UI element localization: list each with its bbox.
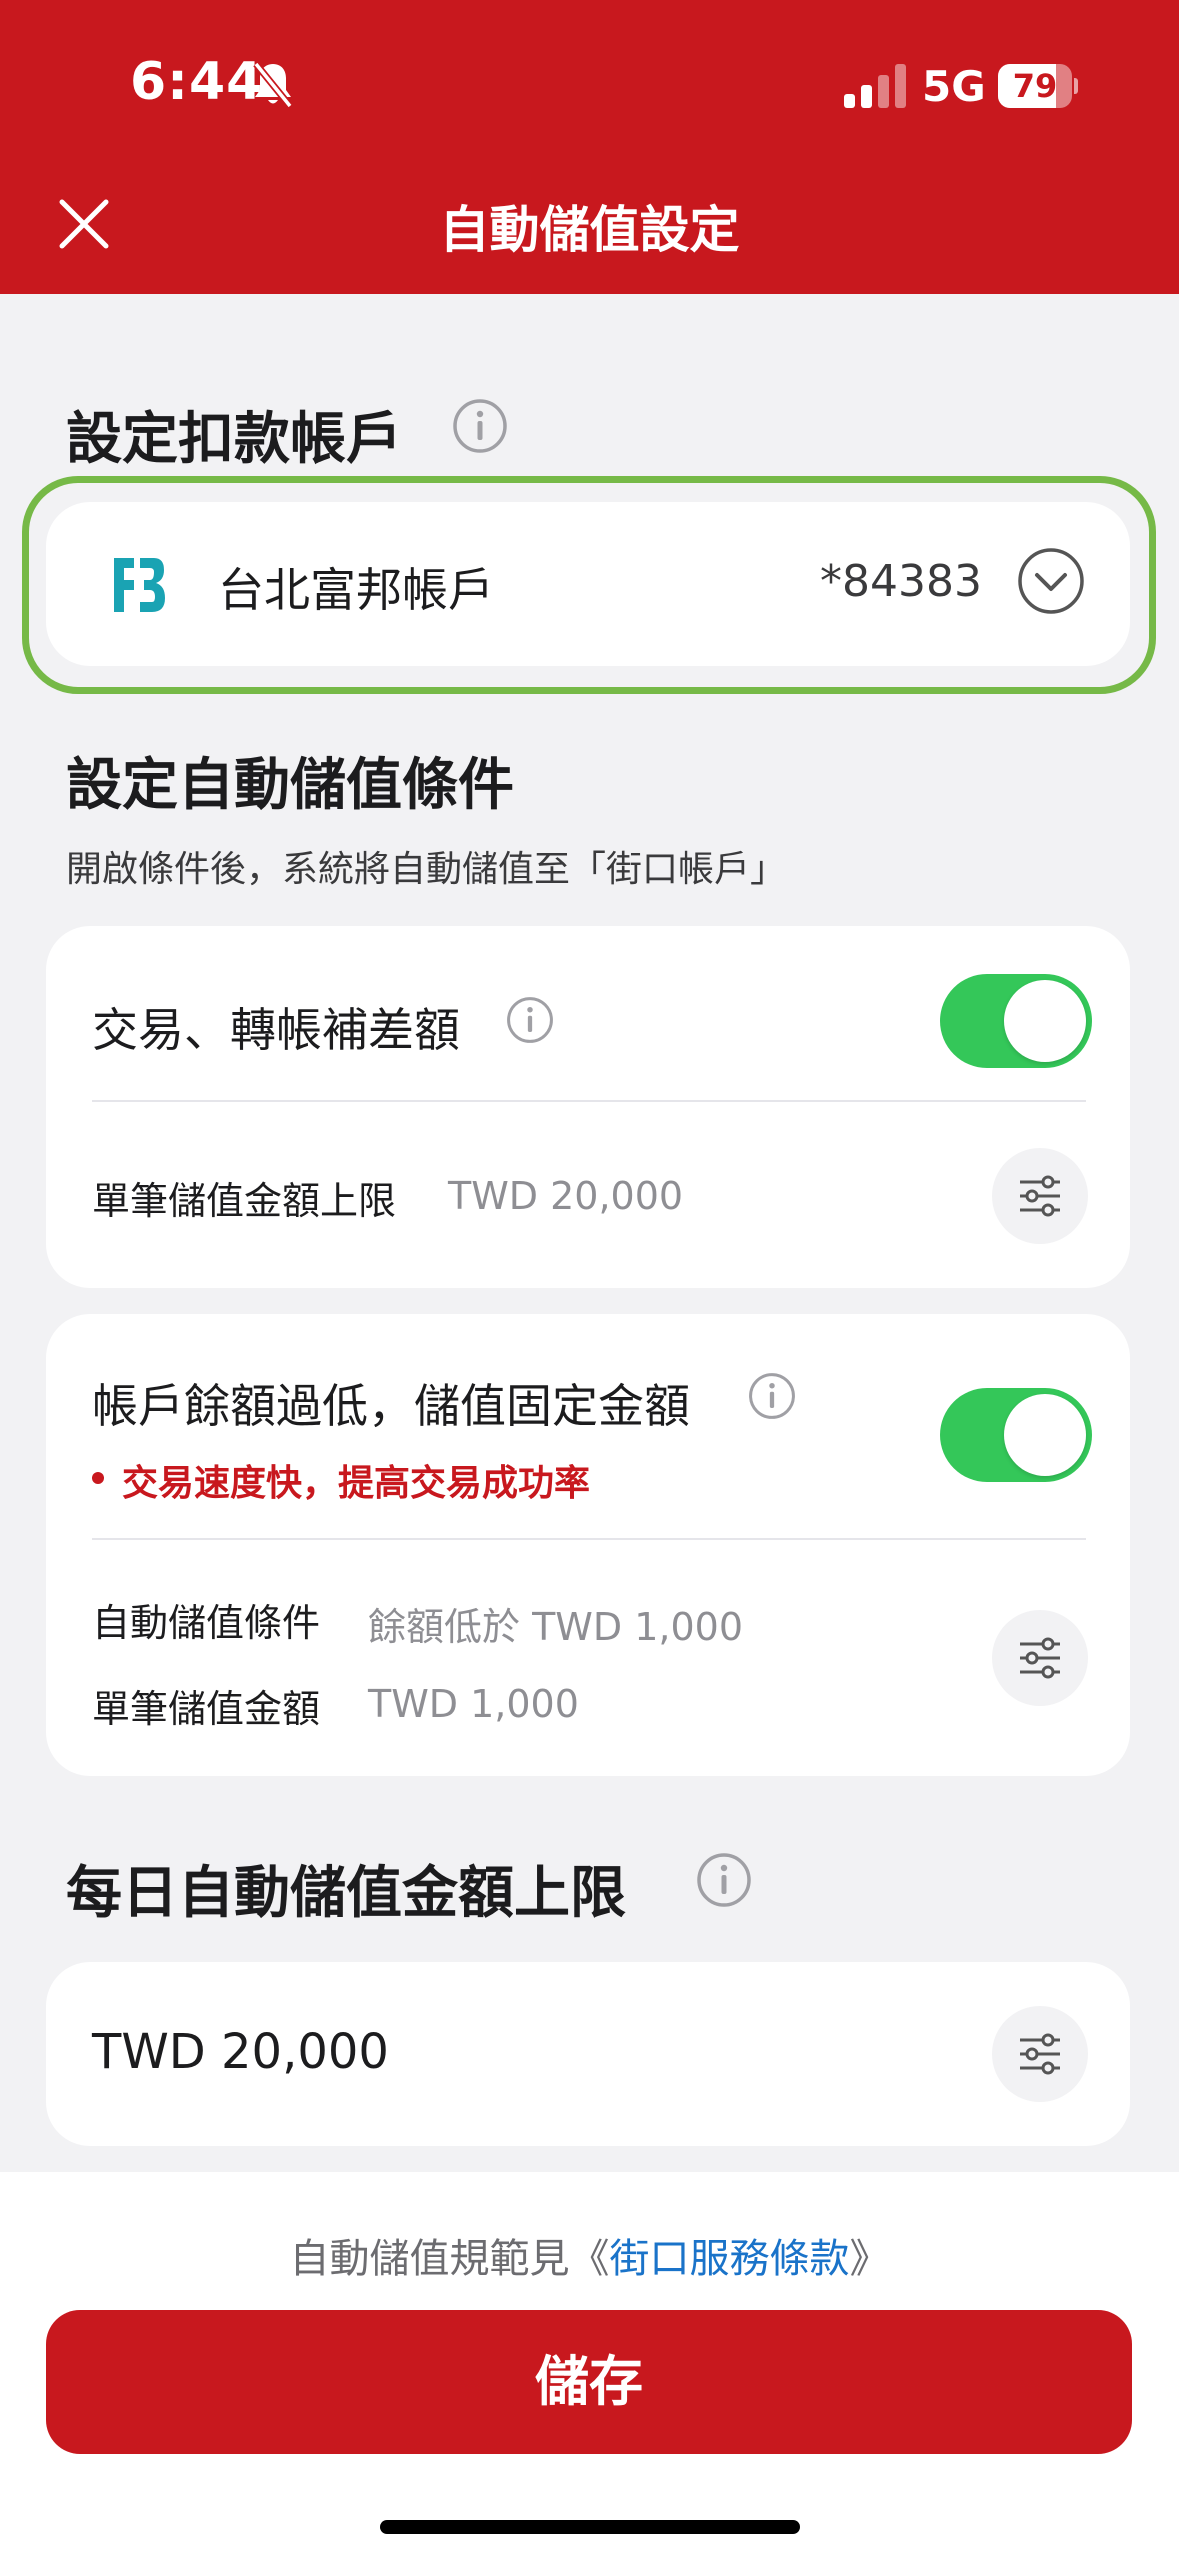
fubon-bank-logo <box>114 558 165 612</box>
bell-off-icon <box>253 61 293 109</box>
low-balance-title: 帳戶餘額過低，儲值固定金額 <box>92 1379 690 1433</box>
terms-prefix: 自動儲值規範見《 <box>289 2236 610 2282</box>
bank-name: 台北富邦帳戶 <box>218 563 494 617</box>
toggle-knob <box>1004 1394 1086 1476</box>
topup-difference-card: 交易、轉帳補差額 單筆儲值金額上限 TWD 20,000 <box>46 926 1130 1288</box>
conditions-section-title: 設定自動儲值條件 <box>66 753 514 818</box>
low-balance-toggle[interactable] <box>940 1388 1092 1482</box>
single-limit-label: 單筆儲值金額上限 <box>92 1179 397 1223</box>
daily-limit-value: TWD 20,000 <box>92 2024 389 2080</box>
account-number: *84383 <box>820 556 982 607</box>
low-balance-card: 帳戶餘額過低，儲值固定金額 交易速度快，提高交易成功率 自動儲值條件 餘額低於 … <box>46 1314 1130 1776</box>
divider <box>92 1100 1086 1102</box>
account-section-title: 設定扣款帳戶 <box>66 407 402 472</box>
condition-value: 餘額低於 TWD 1,000 <box>368 1605 743 1649</box>
home-indicator <box>380 2520 800 2534</box>
toggle-knob <box>1004 980 1086 1062</box>
tune-icon <box>1020 2033 1060 2075</box>
settings-tune-button[interactable] <box>992 2006 1088 2102</box>
cellular-signal-icon <box>844 64 906 108</box>
info-icon[interactable] <box>452 398 508 454</box>
amount-label: 單筆儲值金額 <box>92 1687 321 1731</box>
conditions-subtitle: 開啟條件後，系統將自動儲值至「街口帳戶」 <box>66 849 787 890</box>
battery-icon: 79 <box>998 64 1078 108</box>
info-icon[interactable] <box>506 996 554 1044</box>
info-icon[interactable] <box>696 1852 752 1908</box>
daily-limit-card: TWD 20,000 <box>46 1962 1130 2146</box>
divider <box>92 1538 1086 1540</box>
condition-label: 自動儲值條件 <box>92 1601 321 1645</box>
daily-limit-section-title: 每日自動儲值金額上限 <box>66 1861 626 1926</box>
chevron-down-icon[interactable] <box>1016 546 1086 616</box>
amount-value: TWD 1,000 <box>368 1682 579 1726</box>
battery-level: 79 <box>1012 67 1058 105</box>
topup-difference-title: 交易、轉帳補差額 <box>92 1003 460 1057</box>
bottom-action-panel: 自動儲值規範見《街口服務條款》 儲存 <box>0 2172 1179 2556</box>
account-selector[interactable]: 台北富邦帳戶 *84383 <box>46 502 1130 666</box>
app-header: 6:44 5G 79 自動儲值設定 <box>0 0 1179 294</box>
tune-icon <box>1020 1637 1060 1679</box>
single-limit-value: TWD 20,000 <box>448 1174 684 1218</box>
terms-line: 自動儲值規範見《街口服務條款》 <box>0 2226 1179 2284</box>
topup-difference-toggle[interactable] <box>940 974 1092 1068</box>
info-icon[interactable] <box>748 1372 796 1420</box>
speed-note: 交易速度快，提高交易成功率 <box>122 1463 591 1504</box>
network-type: 5G <box>922 62 986 111</box>
status-time: 6:44 <box>130 52 264 112</box>
bullet-dot <box>92 1472 104 1484</box>
settings-tune-button[interactable] <box>992 1610 1088 1706</box>
terms-suffix: 》 <box>849 2236 890 2282</box>
terms-link[interactable]: 街口服務條款 <box>610 2236 850 2282</box>
settings-tune-button[interactable] <box>992 1148 1088 1244</box>
page-title: 自動儲值設定 <box>439 201 740 259</box>
tune-icon <box>1020 1175 1060 1217</box>
save-button[interactable]: 儲存 <box>46 2310 1132 2454</box>
